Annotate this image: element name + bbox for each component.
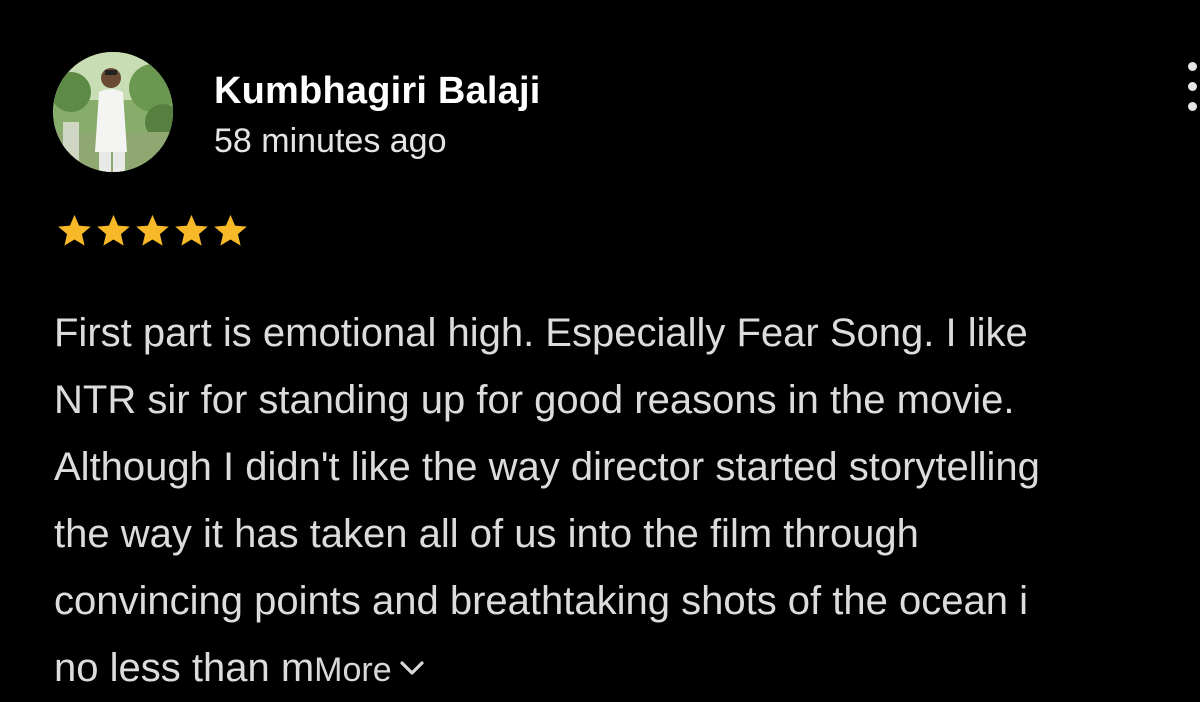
menu-dot [1188,102,1197,111]
review-card: Kumbhagiri Balaji 58 minutes ago First p… [0,0,1200,696]
avatar-photo [53,52,173,172]
review-text-line: Although I didn't like the way director … [54,445,1040,489]
star-icon [136,214,169,246]
star-icon [214,214,247,246]
more-button[interactable]: More [314,651,425,689]
review-body: First part is emotional high. Especially… [54,300,1200,702]
star-icon [58,214,91,246]
review-last-line: no less than mMore [54,635,1200,702]
review-timestamp: 58 minutes ago [214,122,447,160]
more-vert-icon[interactable] [1183,62,1200,112]
review-text-line: First part is emotional high. Especially… [54,311,1028,355]
star-icon [175,214,208,246]
review-text-line: no less than m [54,646,315,690]
review-text-line: the way it has taken all of us into the … [54,512,919,556]
menu-dot [1188,82,1197,91]
review-text-line: NTR sir for standing up for good reasons… [54,378,1015,422]
star-icon [97,214,130,246]
menu-dot [1188,62,1197,71]
chevron-down-icon [400,661,424,675]
review-text-line: convincing points and breathtaking shots… [54,579,1028,623]
more-label: More [314,651,392,689]
reviewer-name: Kumbhagiri Balaji [214,70,541,112]
star-rating [55,212,250,252]
reviewer-avatar[interactable] [53,52,173,172]
